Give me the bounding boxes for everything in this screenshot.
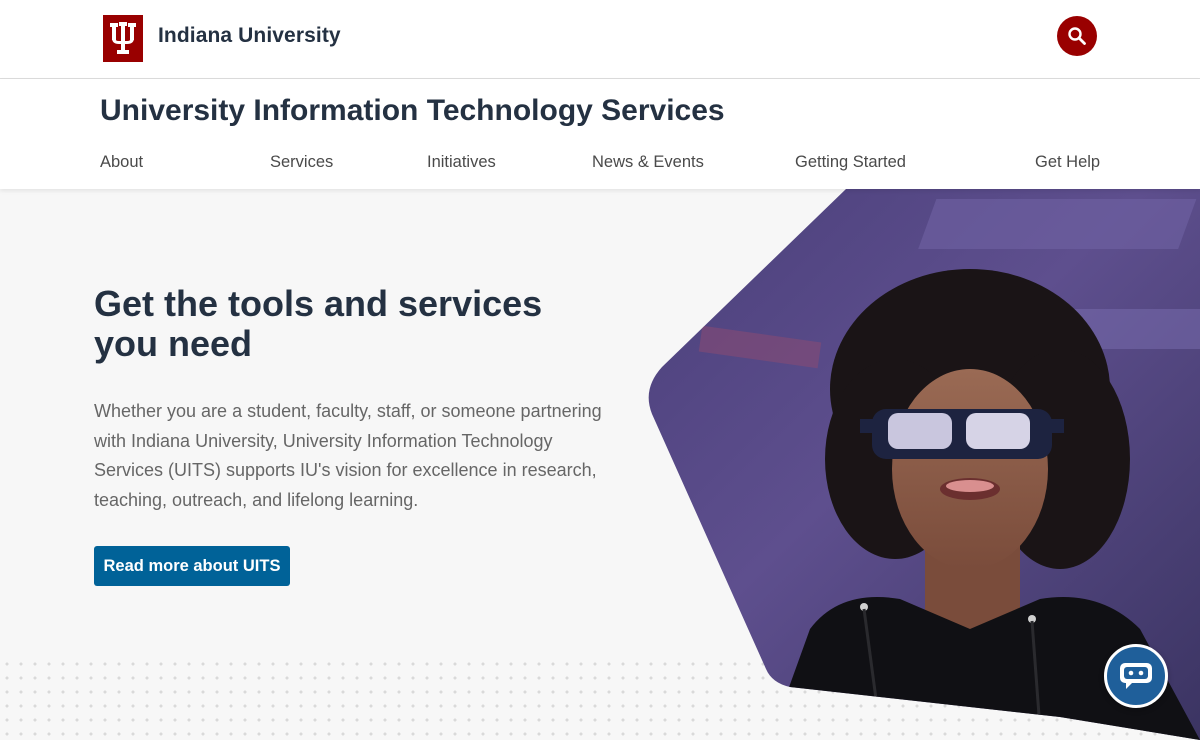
- iu-trident-logo[interactable]: [103, 15, 143, 62]
- site-header: University Information Technology Servic…: [0, 79, 1200, 189]
- nav-item-get-help[interactable]: Get Help: [1035, 153, 1100, 172]
- trident-icon: [110, 21, 136, 54]
- nav-item-services[interactable]: Services: [270, 153, 333, 172]
- chatbot-icon: [1120, 663, 1152, 689]
- nav-item-about[interactable]: About: [100, 153, 143, 172]
- read-more-button[interactable]: Read more about UITS: [94, 546, 290, 586]
- hero-section: Get the tools and services you need Whet…: [0, 189, 1200, 740]
- search-button[interactable]: [1057, 16, 1097, 56]
- hero-title: Get the tools and services you need: [94, 283, 543, 364]
- site-title[interactable]: University Information Technology Servic…: [100, 94, 725, 128]
- hero-description: Whether you are a student, faculty, staf…: [94, 401, 602, 510]
- nav-item-news-events[interactable]: News & Events: [592, 153, 704, 172]
- search-icon: [1068, 27, 1086, 45]
- nav-item-getting-started[interactable]: Getting Started: [795, 153, 906, 172]
- nav-item-initiatives[interactable]: Initiatives: [427, 153, 496, 172]
- brand-name[interactable]: Indiana University: [158, 24, 341, 48]
- brand-bar: Indiana University: [0, 0, 1200, 79]
- chatbot-button[interactable]: [1104, 644, 1168, 708]
